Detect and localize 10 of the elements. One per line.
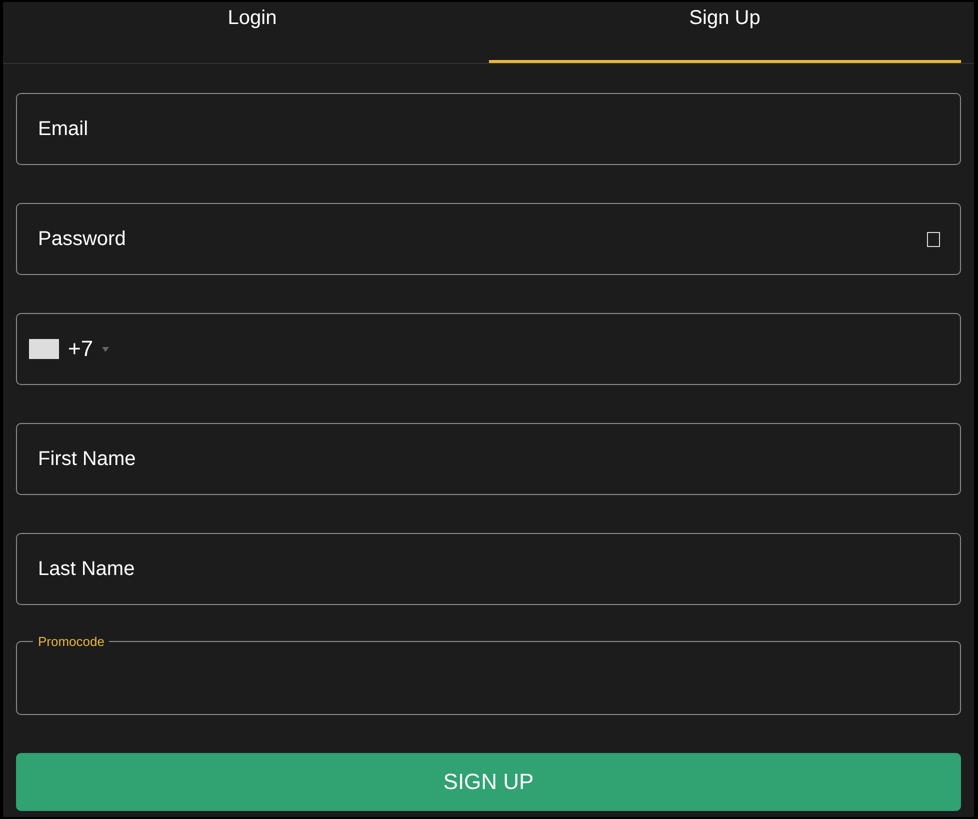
input-field[interactable]: Last Name (17, 534, 960, 604)
tab[interactable]: Login (16, 2, 488, 63)
promocode-field[interactable]: Promocode (16, 634, 961, 715)
show-password-icon[interactable] (927, 232, 940, 246)
country-code[interactable]: +7 (68, 336, 94, 362)
input-field[interactable]: First Name (17, 424, 960, 494)
caret-icon[interactable] (102, 346, 110, 352)
phone-field[interactable]: +7 (16, 313, 961, 385)
tab[interactable]: Sign Up (488, 2, 961, 63)
input-field[interactable]: Email (17, 94, 960, 164)
